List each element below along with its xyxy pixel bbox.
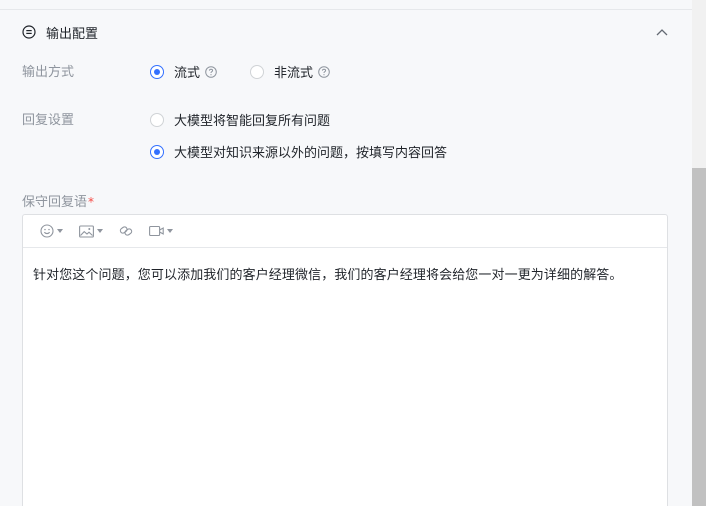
link-icon: [119, 226, 133, 236]
radio-circle-checked[interactable]: [150, 144, 164, 159]
output-mode-label: 输出方式: [22, 65, 75, 80]
radio-streaming[interactable]: 流式: [150, 62, 217, 81]
content-area: 输出配置 输出方式 流式 非流式 回复设置 大模型将智能回复所有问题 大模型对知…: [0, 0, 692, 506]
top-divider: [0, 9, 692, 10]
fallback-reply-text[interactable]: 针对您这个问题，您可以添加我们的客户经理微信，我们的客户经理将会给您一对一更为详…: [23, 248, 667, 286]
section-title: 输出配置: [46, 26, 99, 42]
video-button[interactable]: [149, 221, 173, 241]
reply-settings-label: 回复设置: [22, 113, 75, 128]
minus-circle-icon: [22, 25, 36, 39]
radio-non-streaming[interactable]: 非流式: [250, 62, 330, 81]
collapse-button[interactable]: [654, 24, 670, 40]
caret-down-icon: [167, 229, 173, 233]
radio-reply-fallback-label: 大模型对知识来源以外的问题，按填写内容回答: [174, 146, 448, 161]
emoji-button[interactable]: [40, 221, 63, 241]
radio-streaming-label: 流式: [174, 66, 201, 81]
fallback-reply-editor[interactable]: 针对您这个问题，您可以添加我们的客户经理微信，我们的客户经理将会给您一对一更为详…: [22, 214, 668, 506]
editor-toolbar: [23, 215, 667, 248]
image-button[interactable]: [79, 221, 103, 241]
caret-down-icon: [97, 229, 103, 233]
radio-non-streaming-label: 非流式: [274, 66, 314, 81]
video-icon: [149, 225, 164, 237]
radio-reply-all-label: 大模型将智能回复所有问题: [174, 114, 331, 129]
radio-reply-fallback[interactable]: 大模型对知识来源以外的问题，按填写内容回答: [150, 142, 447, 161]
output-config-page: 输出配置 输出方式 流式 非流式 回复设置 大模型将智能回复所有问题 大模型对知…: [0, 0, 706, 506]
question-circle-icon[interactable]: [318, 65, 330, 78]
question-circle-icon[interactable]: [205, 65, 217, 78]
section-header: 输出配置: [22, 22, 670, 42]
required-mark: *: [88, 195, 95, 209]
scrollbar-thumb[interactable]: [692, 168, 706, 506]
fallback-reply-label: 保守回复语*: [22, 191, 94, 210]
chevron-up-icon: [656, 29, 668, 36]
emoji-icon: [40, 224, 54, 238]
radio-circle-checked[interactable]: [150, 64, 164, 79]
radio-circle-unchecked[interactable]: [150, 112, 164, 127]
fallback-reply-label-text: 保守回复语: [22, 195, 88, 210]
radio-circle-unchecked[interactable]: [250, 64, 264, 79]
image-icon: [79, 224, 94, 238]
radio-reply-all[interactable]: 大模型将智能回复所有问题: [150, 110, 330, 129]
caret-down-icon: [57, 229, 63, 233]
link-button[interactable]: [119, 221, 133, 241]
